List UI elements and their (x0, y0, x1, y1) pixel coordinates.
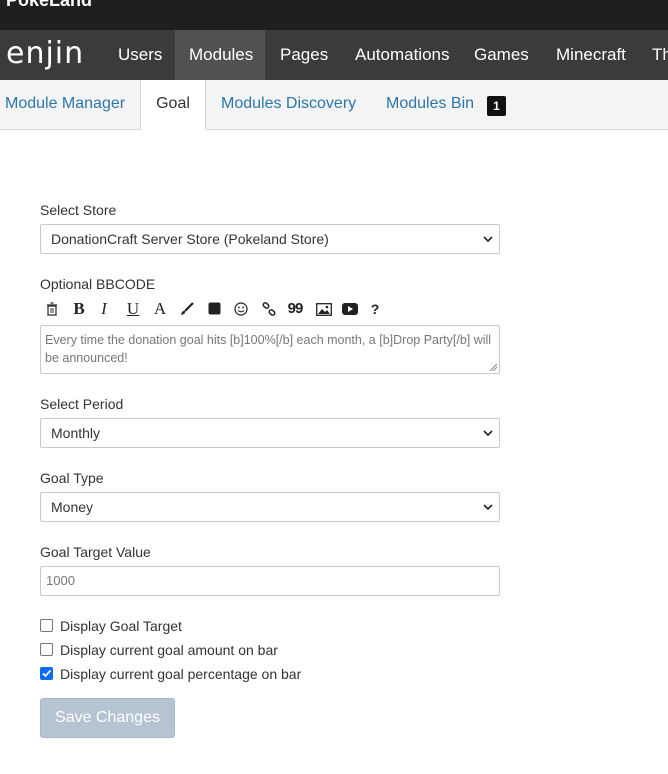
main-nav: enjin Users Modules Pages Automations Ga… (0, 30, 668, 80)
smiley-icon[interactable] (231, 298, 251, 320)
link-icon[interactable] (259, 298, 279, 320)
tab-modules-bin[interactable]: Modules Bin (386, 80, 474, 129)
italic-icon[interactable]: I (94, 298, 114, 320)
quote-icon[interactable]: 99 (285, 298, 305, 320)
help-icon[interactable]: ? (365, 298, 385, 320)
goal-type-label: Goal Type (40, 470, 104, 486)
display-amount-checkbox[interactable] (40, 643, 53, 656)
color-icon[interactable] (204, 298, 224, 320)
site-title[interactable]: PokeLand (6, 0, 92, 11)
brush-icon[interactable] (177, 298, 197, 320)
site-header: PokeLand (0, 0, 668, 30)
period-label: Select Period (40, 396, 124, 412)
bbcode-textarea[interactable]: Every time the donation goal hits [b]100… (40, 325, 500, 374)
period-select-value: Monthly (51, 425, 101, 441)
display-goal-target-label: Display Goal Target (60, 618, 182, 634)
resize-handle-icon[interactable] (489, 363, 497, 371)
goal-target-label: Goal Target Value (40, 544, 151, 560)
underline-icon[interactable]: U (123, 298, 143, 320)
chevron-down-icon (483, 236, 493, 243)
nav-item-games[interactable]: Games (460, 30, 543, 80)
chevron-down-icon (483, 430, 493, 437)
save-changes-button[interactable]: Save Changes (40, 698, 175, 738)
nav-item-users[interactable]: Users (104, 30, 176, 80)
store-select-value: DonationCraft Server Store (Pokeland Sto… (51, 231, 329, 247)
font-icon[interactable]: A (150, 298, 170, 320)
nav-item-pages[interactable]: Pages (266, 30, 342, 80)
enjin-logo[interactable]: enjin (6, 39, 84, 69)
bold-icon[interactable]: B (69, 298, 89, 320)
checkmark-icon (42, 669, 52, 678)
display-percentage-checkbox[interactable] (40, 667, 53, 680)
display-goal-target-checkbox[interactable] (40, 619, 53, 632)
tab-modules-discovery[interactable]: Modules Discovery (221, 80, 356, 129)
image-icon[interactable] (314, 298, 334, 320)
goal-type-select-value: Money (51, 499, 94, 515)
chevron-down-icon (483, 504, 493, 511)
bbcode-label: Optional BBCODE (40, 276, 156, 292)
video-icon[interactable] (340, 298, 360, 320)
tab-module-manager[interactable]: Module Manager (5, 80, 125, 129)
goal-type-select[interactable]: Money (40, 492, 500, 522)
nav-item-more[interactable]: Th (638, 30, 668, 80)
goal-target-input[interactable]: 1000 (40, 566, 500, 596)
display-amount-label: Display current goal amount on bar (60, 642, 278, 658)
tab-goal[interactable]: Goal (140, 80, 206, 130)
bin-count-badge: 1 (487, 96, 506, 116)
bbcode-text: Every time the donation goal hits [b]100… (45, 333, 492, 365)
bbcode-toolbar: B I U A 99 ? (40, 298, 400, 320)
display-percentage-label: Display current goal percentage on bar (60, 666, 302, 682)
eraser-icon[interactable] (42, 298, 62, 320)
store-label: Select Store (40, 202, 117, 218)
nav-item-minecraft[interactable]: Minecraft (542, 30, 640, 80)
nav-item-automations[interactable]: Automations (341, 30, 464, 80)
store-select[interactable]: DonationCraft Server Store (Pokeland Sto… (40, 224, 500, 254)
module-tabs: Module Manager Goal Modules Discovery Mo… (0, 80, 668, 130)
nav-item-modules[interactable]: Modules (175, 30, 265, 80)
period-select[interactable]: Monthly (40, 418, 500, 448)
